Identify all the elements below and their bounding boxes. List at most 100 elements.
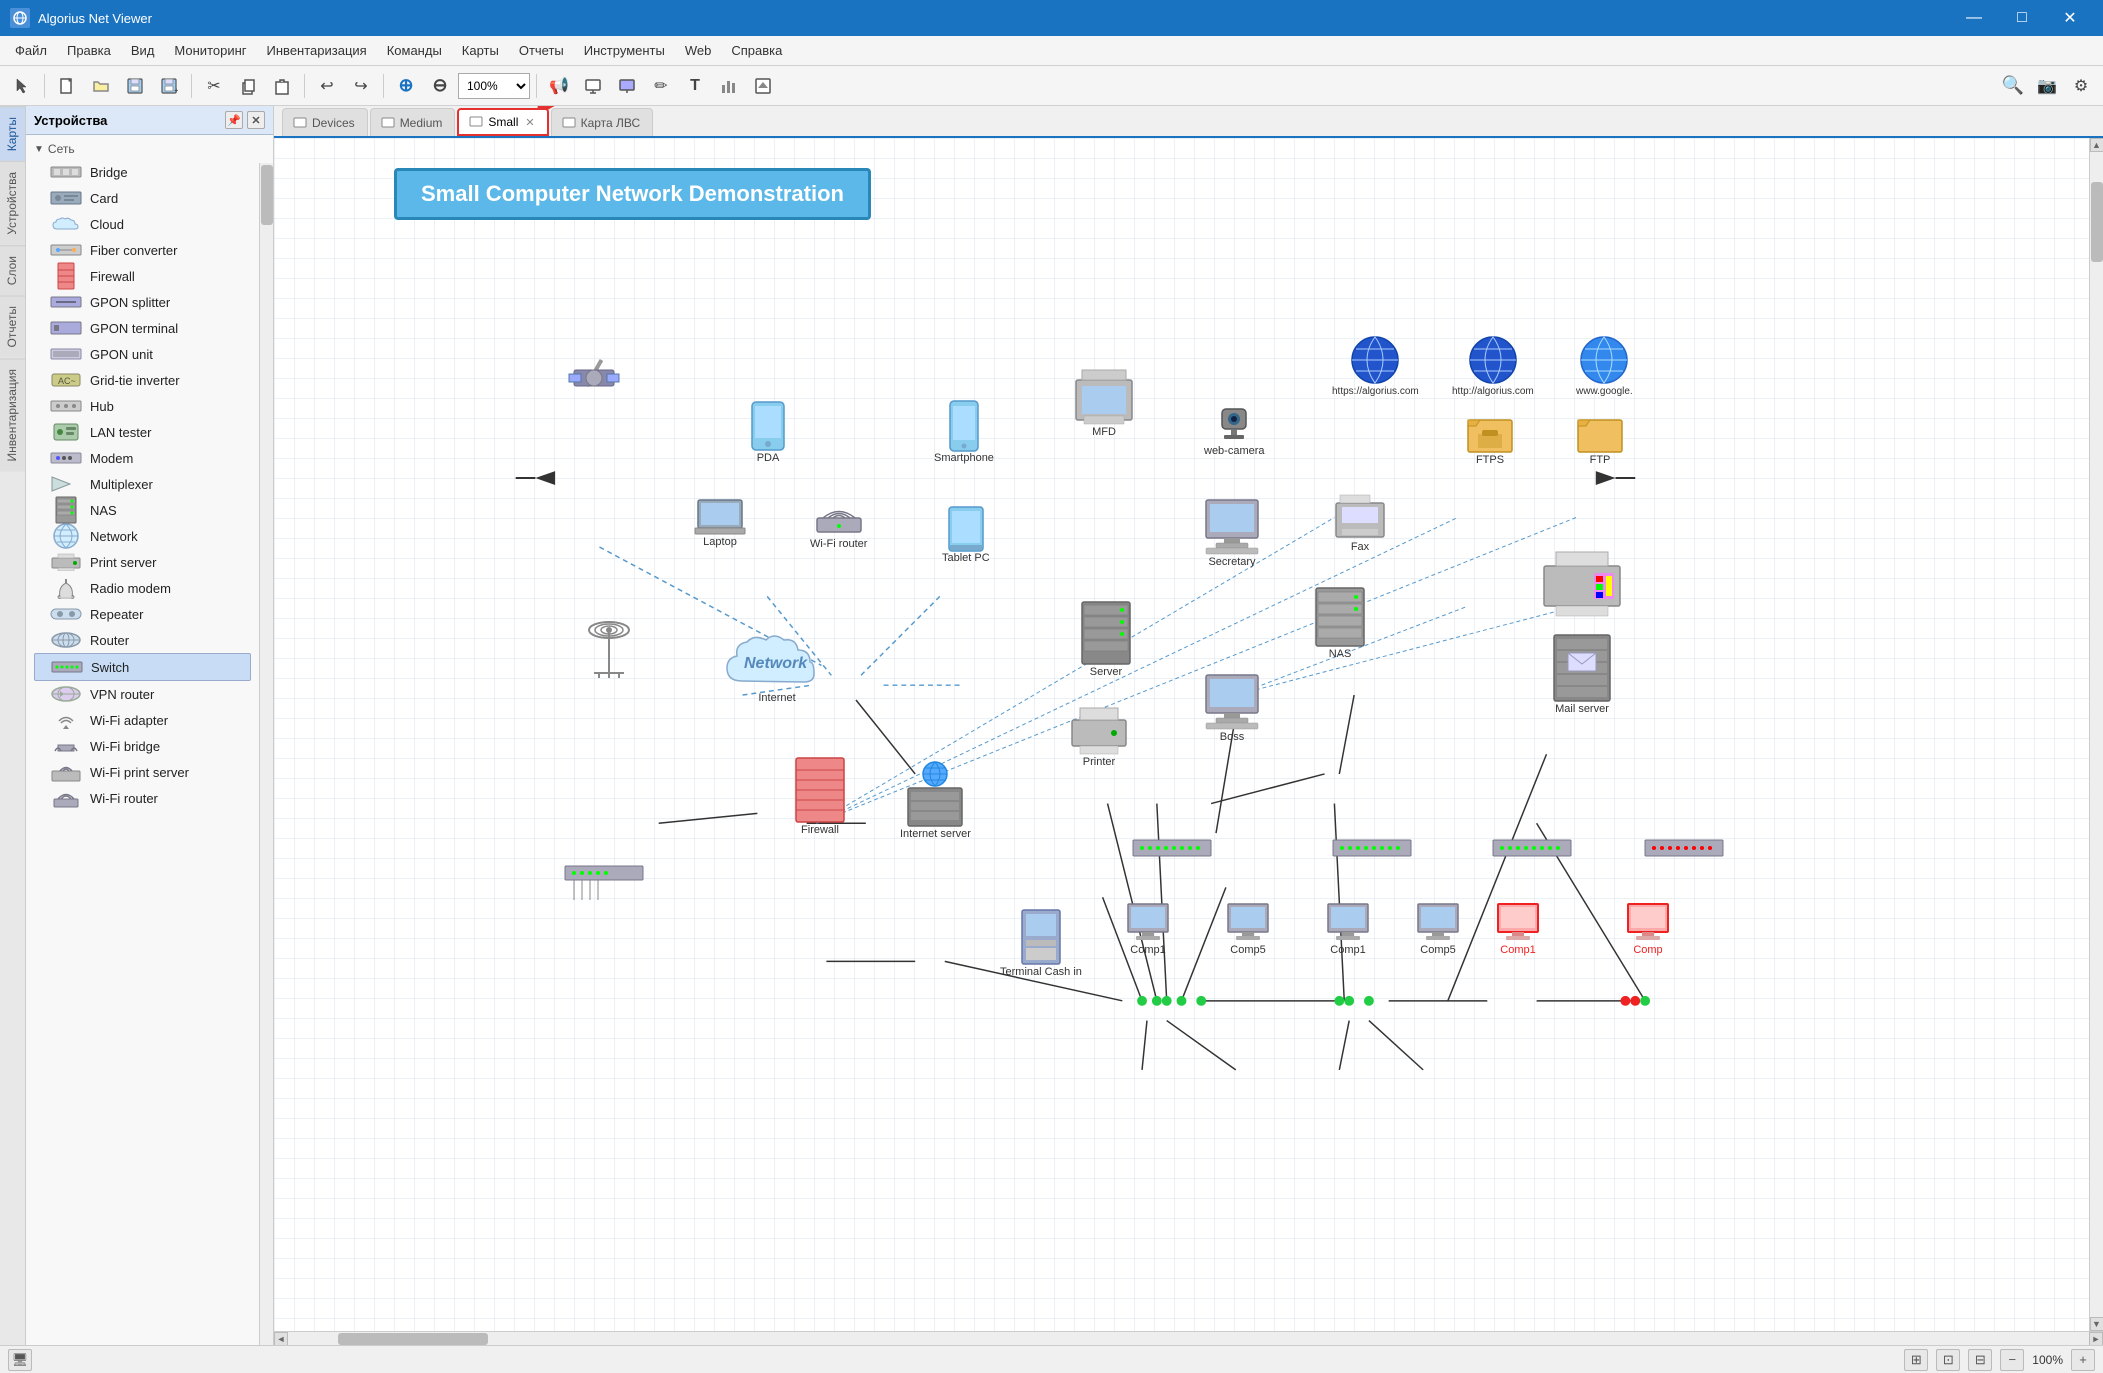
sidebar-item-firewall[interactable]: Firewall — [34, 263, 251, 289]
sidebar-item-wifi-adapter[interactable]: Wi-Fi adapter — [34, 707, 251, 733]
tool-save[interactable] — [119, 71, 151, 101]
menu-help[interactable]: Справка — [721, 39, 792, 62]
tab-medium[interactable]: Medium — [370, 108, 456, 136]
inet-server-node: Internet server — [900, 760, 971, 840]
menu-maps[interactable]: Карты — [452, 39, 509, 62]
tool-cut[interactable]: ✂ — [198, 71, 230, 101]
menu-inventory[interactable]: Инвентаризация — [257, 39, 377, 62]
webcam-node: web-camera — [1204, 403, 1265, 457]
tab-small[interactable]: Small ✕ — [457, 108, 548, 136]
tool-pointer[interactable] — [6, 71, 38, 101]
zoom-select[interactable]: 100% 50% 75% 125% 150% 200% — [458, 73, 530, 99]
sidebar-scrollbar[interactable] — [259, 163, 273, 1345]
status-btn-1[interactable]: ⊞ — [1904, 1349, 1928, 1371]
menu-monitoring[interactable]: Мониторинг — [164, 39, 256, 62]
sidebar-item-gpon-splitter[interactable]: GPON splitter — [34, 289, 251, 315]
menu-edit[interactable]: Правка — [57, 39, 121, 62]
tool-graph[interactable] — [713, 71, 745, 101]
sidebar-item-switch[interactable]: Switch — [34, 653, 251, 681]
menu-tools[interactable]: Инструменты — [574, 39, 675, 62]
svg-text:AC~: AC~ — [58, 376, 76, 386]
tool-new[interactable] — [51, 71, 83, 101]
tool-edit[interactable]: ✏ — [645, 71, 677, 101]
tool-screen[interactable] — [611, 71, 643, 101]
tool-copy[interactable] — [232, 71, 264, 101]
sidebar-item-network[interactable]: Network — [34, 523, 251, 549]
sidebar-item-print-server[interactable]: Print server — [34, 549, 251, 575]
vtab-maps[interactable]: Карты — [0, 106, 25, 161]
toolbar-sep-1 — [44, 74, 45, 98]
sidebar-item-card[interactable]: Card — [34, 185, 251, 211]
menu-web[interactable]: Web — [675, 39, 722, 62]
vtab-layers[interactable]: Слои — [0, 245, 25, 295]
status-btn-3[interactable]: ⊟ — [1968, 1349, 1992, 1371]
tab-lan-map[interactable]: Карта ЛВС — [551, 108, 654, 136]
menu-view[interactable]: Вид — [121, 39, 165, 62]
sidebar-pin-button[interactable]: 📌 — [225, 111, 243, 129]
sidebar-item-hub[interactable]: Hub — [34, 393, 251, 419]
tab-devices[interactable]: Devices — [282, 108, 368, 136]
tool-redo[interactable]: ↪ — [345, 71, 377, 101]
zoom-plus-btn[interactable]: + — [2071, 1349, 2095, 1371]
minimize-button[interactable]: — — [1951, 0, 1997, 36]
sidebar-item-fiber[interactable]: Fiber converter — [34, 237, 251, 263]
sidebar-item-cloud[interactable]: Cloud — [34, 211, 251, 237]
sidebar-item-lan-tester[interactable]: LAN tester — [34, 419, 251, 445]
tool-zoom-out[interactable]: ⊖ — [424, 71, 456, 101]
terminal-node: Terminal Cash in — [1000, 908, 1082, 978]
vscroll-thumb[interactable] — [2091, 182, 2103, 262]
canvas[interactable]: Small Computer Network Demonstration — [274, 138, 2089, 1331]
menu-reports[interactable]: Отчеты — [509, 39, 574, 62]
tool-settings[interactable]: ⚙ — [2065, 71, 2097, 101]
tool-save-as[interactable]: + — [153, 71, 185, 101]
vtab-reports[interactable]: Отчеты — [0, 295, 25, 357]
canvas-hscroll[interactable]: ◄ ► — [274, 1331, 2103, 1345]
sidebar-item-radio-modem[interactable]: Radio modem — [34, 575, 251, 601]
menu-file[interactable]: Файл — [5, 39, 57, 62]
vtab-devices[interactable]: Устройства — [0, 161, 25, 245]
vscroll-down[interactable]: ▼ — [2090, 1317, 2103, 1331]
sidebar-item-repeater[interactable]: Repeater — [34, 601, 251, 627]
sidebar-close-button[interactable]: ✕ — [247, 111, 265, 129]
vtab-inventory[interactable]: Инвентаризация — [0, 358, 25, 471]
hscroll-thumb[interactable] — [338, 1333, 488, 1345]
hscroll-right[interactable]: ► — [2089, 1332, 2103, 1346]
canvas-vscroll[interactable]: ▲ ▼ — [2089, 138, 2103, 1331]
tool-monitor[interactable] — [577, 71, 609, 101]
sidebar-item-wifi-bridge[interactable]: Wi-Fi bridge — [34, 733, 251, 759]
tool-open[interactable] — [85, 71, 117, 101]
sidebar-item-grid-tie[interactable]: AC~ Grid-tie inverter — [34, 367, 251, 393]
tab-small-close[interactable]: ✕ — [525, 116, 534, 129]
maximize-button[interactable]: □ — [1999, 0, 2045, 36]
menu-commands[interactable]: Команды — [377, 39, 452, 62]
sidebar-item-wifi-print-server[interactable]: Wi-Fi print server — [34, 759, 251, 785]
tool-text[interactable]: T — [679, 71, 711, 101]
sidebar-item-bridge[interactable]: Bridge — [34, 159, 251, 185]
tool-paste[interactable] — [266, 71, 298, 101]
tool-export[interactable] — [747, 71, 779, 101]
wifi-router-icon — [50, 789, 82, 807]
sidebar-item-modem[interactable]: Modem — [34, 445, 251, 471]
vscroll-up[interactable]: ▲ — [2090, 138, 2103, 152]
sidebar-item-vpn-router[interactable]: VPN router — [34, 681, 251, 707]
sidebar-item-wifi-router[interactable]: Wi-Fi router — [34, 785, 251, 811]
close-button[interactable]: ✕ — [2047, 0, 2093, 36]
tool-zoom-in[interactable]: ⊕ — [390, 71, 422, 101]
toolbar: + ✂ ↩ ↪ ⊕ ⊖ 100% 50% 75% 125% 150% 200% … — [0, 66, 2103, 106]
zoom-minus-btn[interactable]: − — [2000, 1349, 2024, 1371]
hscroll-left[interactable]: ◄ — [274, 1332, 288, 1346]
sidebar-item-nas[interactable]: NAS — [34, 497, 251, 523]
status-screen-btn[interactable]: 🖥 — [8, 1349, 32, 1371]
tool-camera[interactable]: 📷 — [2031, 71, 2063, 101]
tool-broadcast[interactable]: 📢 — [543, 71, 575, 101]
sidebar-item-gpon-terminal[interactable]: GPON terminal — [34, 315, 251, 341]
sidebar-item-multiplexer[interactable]: Multiplexer — [34, 471, 251, 497]
status-btn-2[interactable]: ⊡ — [1936, 1349, 1960, 1371]
sidebar-item-router[interactable]: Router — [34, 627, 251, 653]
tool-search[interactable]: 🔍 — [1997, 71, 2029, 101]
sidebar-section-network: ▼ Сеть Bridge — [26, 135, 259, 815]
sidebar-section-header[interactable]: ▼ Сеть — [34, 139, 251, 159]
comp-red-node: Comp — [1626, 902, 1670, 956]
tool-undo[interactable]: ↩ — [311, 71, 343, 101]
sidebar-item-gpon-unit[interactable]: GPON unit — [34, 341, 251, 367]
